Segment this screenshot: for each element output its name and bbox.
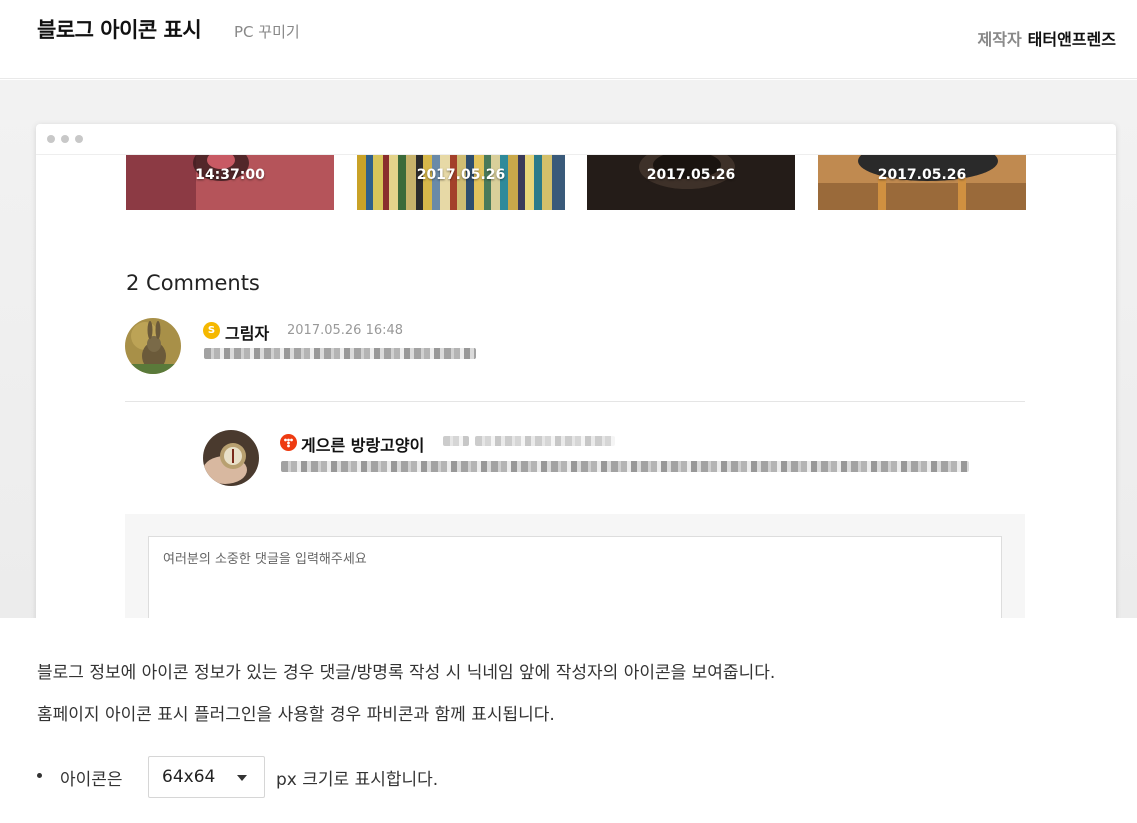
window-dot-icon: [75, 135, 83, 143]
caret-down-icon: [237, 775, 247, 781]
icon-size-value: 64x64: [162, 767, 216, 787]
rabbit-avatar-icon[interactable]: [125, 318, 181, 374]
page-title: 블로그 아이콘 표시: [37, 18, 202, 42]
profile-tag-blurred: [443, 436, 469, 446]
comment-text-blurred: [204, 348, 476, 359]
thumbnail-strip: 14:37:00 2017.05.26 2017.05.26 2017.05.2…: [126, 155, 1026, 210]
plugin-header: 블로그 아이콘 표시 PC 꾸미기 제작자 태터앤프렌즈: [0, 0, 1137, 79]
comment-form: 여러분의 소중한 댓글을 입력해주세요: [125, 514, 1025, 618]
blog-badge-icon: S: [203, 322, 220, 339]
comments-heading: 2 Comments: [126, 271, 260, 295]
post-thumbnail[interactable]: 2017.05.26: [587, 155, 795, 210]
preview-area: 14:37:00 2017.05.26 2017.05.26 2017.05.2…: [0, 80, 1137, 618]
thumbnail-date: 2017.05.26: [646, 167, 736, 183]
avatar-image: [203, 430, 259, 486]
post-thumbnail[interactable]: 2017.05.26: [818, 155, 1026, 210]
badge-letter: S: [207, 325, 216, 336]
comment-author[interactable]: 그림자: [225, 320, 269, 344]
comment-date-blurred: [475, 436, 615, 446]
post-thumbnail[interactable]: 2017.05.26: [357, 155, 565, 210]
compass-avatar-icon[interactable]: [203, 430, 259, 486]
comment-reply-item: 게으른 방랑고양이: [125, 430, 1025, 490]
maker-name: 태터앤프렌즈: [1027, 30, 1116, 49]
badge-glyph: [284, 438, 293, 448]
option-label: 아이콘은: [60, 770, 123, 790]
page-subtitle: PC 꾸미기: [234, 23, 300, 41]
description-line-1: 블로그 정보에 아이콘 정보가 있는 경우 댓글/방명록 작성 시 닉네임 앞에…: [37, 663, 776, 683]
comment-author[interactable]: 게으른 방랑고양이: [301, 432, 424, 456]
thumbnail-date: 2017.05.26: [877, 167, 967, 183]
comment-divider: [125, 401, 1025, 402]
maker-info: 제작자 태터앤프렌즈: [978, 26, 1117, 50]
thumbnail-date: 14:37:00: [195, 167, 265, 183]
maker-label: 제작자: [977, 30, 1022, 49]
browser-titlebar: [36, 124, 1116, 155]
comment-date: 2017.05.26 16:48: [287, 323, 404, 338]
post-thumbnail[interactable]: 14:37:00: [126, 155, 334, 210]
icon-size-select[interactable]: 64x64: [148, 756, 265, 798]
comment-textarea[interactable]: 여러분의 소중한 댓글을 입력해주세요: [148, 536, 1002, 618]
window-dot-icon: [47, 135, 55, 143]
bullet-icon: [37, 773, 42, 778]
description-line-2: 홈페이지 아이콘 표시 플러그인을 사용할 경우 파비콘과 함께 표시됩니다.: [37, 705, 555, 725]
comment-text-blurred: [281, 461, 969, 472]
avatar-image: [125, 318, 181, 374]
browser-preview-window: 14:37:00 2017.05.26 2017.05.26 2017.05.2…: [36, 124, 1116, 618]
tistory-badge-icon: [280, 434, 297, 451]
thumbnail-date: 2017.05.26: [416, 167, 506, 183]
window-dot-icon: [61, 135, 69, 143]
comment-item: S 그림자 2017.05.26 16:48: [125, 318, 1025, 378]
option-suffix: px 크기로 표시합니다.: [276, 770, 439, 790]
